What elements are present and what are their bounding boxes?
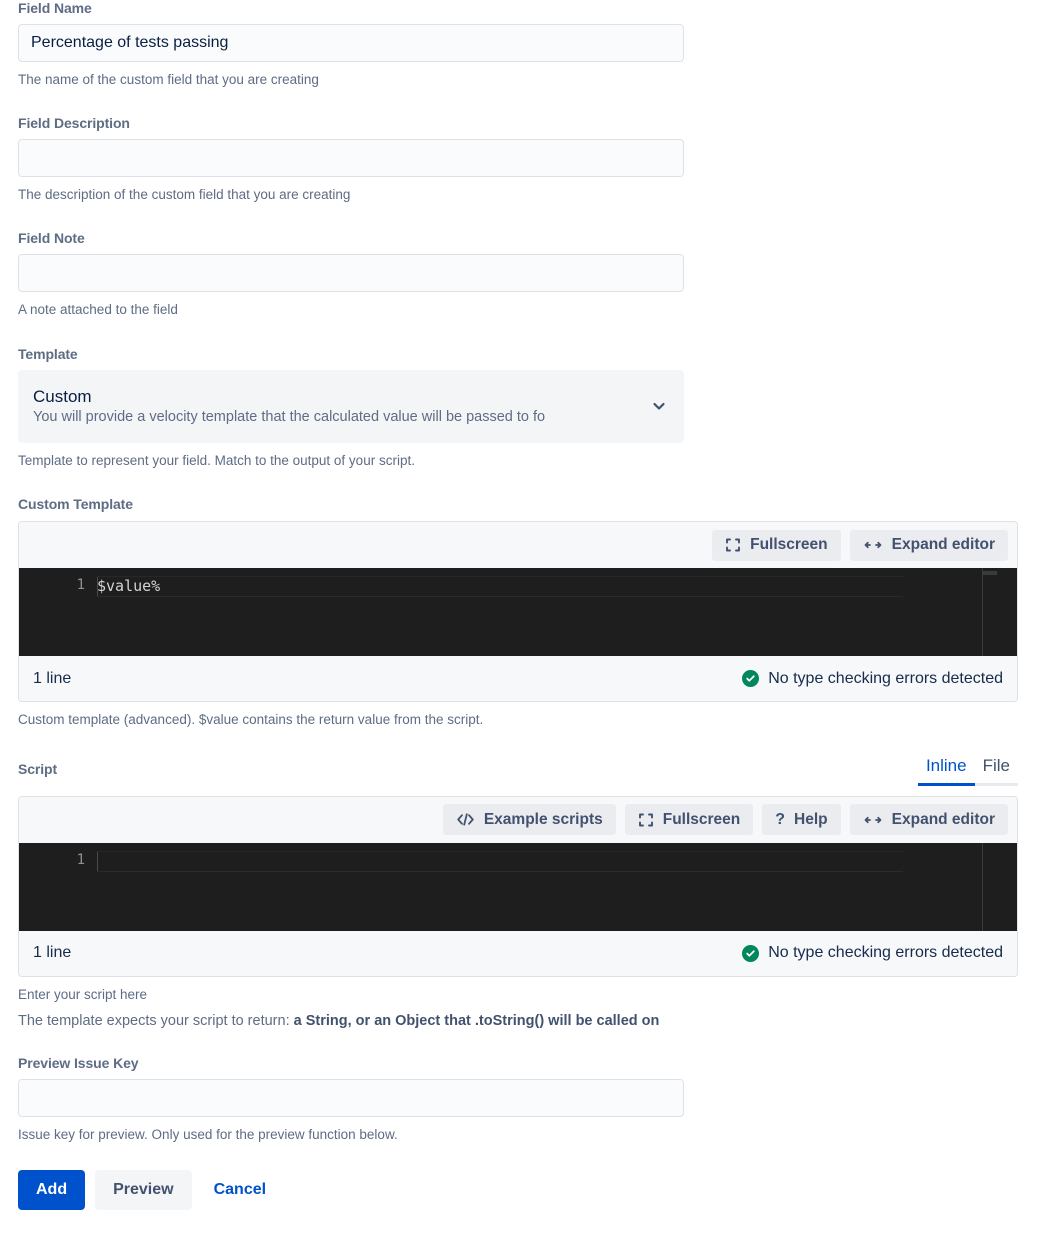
custom-template-toolbar: Fullscreen Expand editor — [19, 522, 1017, 569]
field-name-group: Field Name The name of the custom field … — [18, 0, 1022, 89]
field-note-label: Field Note — [18, 230, 85, 247]
field-name-input[interactable] — [18, 24, 684, 62]
script-fullscreen-button[interactable]: Fullscreen — [624, 804, 754, 836]
script-header: Script Inline File — [18, 756, 1018, 786]
custom-field-form: Field Name The name of the custom field … — [0, 0, 1040, 1258]
template-select[interactable]: Custom You will provide a velocity templ… — [18, 369, 684, 444]
script-line-count: 1 line — [33, 944, 72, 962]
expand-horizontal-icon — [863, 813, 883, 827]
script-code-area[interactable]: 1 — [19, 842, 1017, 931]
script-example-scripts-button[interactable]: Example scripts — [442, 804, 616, 836]
custom-template-code-lines[interactable]: $value% — [97, 568, 1017, 656]
button-label: Help — [794, 810, 828, 828]
custom-template-status-bar: 1 line No type checking errors detected — [19, 656, 1017, 702]
template-group: Template Custom You will provide a veloc… — [18, 346, 1022, 471]
custom-template-gutter: 1 — [76, 577, 85, 594]
script-status-bar: 1 line No type checking errors detected — [19, 930, 1017, 976]
script-help: Enter your script here — [18, 986, 148, 1002]
script-expand-editor-button[interactable]: Expand editor — [849, 804, 1008, 836]
script-type-check-status: No type checking errors detected — [742, 944, 1003, 962]
field-note-help: A note attached to the field — [18, 302, 178, 318]
code-brackets-icon — [456, 812, 475, 827]
preview-issue-key-help: Issue key for preview. Only used for the… — [18, 1126, 398, 1142]
minimap-separator — [982, 568, 983, 657]
field-description-group: Field Description The description of the… — [18, 115, 1022, 204]
template-label: Template — [18, 345, 78, 362]
check-circle-icon — [742, 670, 760, 688]
fullscreen-icon — [725, 537, 741, 553]
minimap-separator — [982, 842, 983, 931]
expand-horizontal-icon — [863, 538, 883, 552]
script-label: Script — [18, 760, 58, 777]
preview-issue-key-input[interactable] — [18, 1078, 684, 1117]
script-return-note: The template expects your script to retu… — [18, 1013, 1022, 1029]
question-mark-icon: ? — [775, 810, 786, 828]
form-actions: Add Preview Cancel — [18, 1170, 1022, 1211]
field-name-label: Field Name — [18, 0, 92, 16]
script-source-tabs: Inline File — [917, 756, 1018, 786]
custom-template-line-count: 1 line — [33, 669, 72, 687]
return-note-value: a String, or an Object that .toString() … — [293, 1012, 660, 1029]
tab-inline[interactable]: Inline — [917, 756, 975, 786]
custom-template-label: Custom Template — [18, 496, 133, 513]
script-group: Script Inline File Example scripts Fulls… — [18, 756, 1022, 1029]
script-code-text — [97, 852, 1017, 871]
field-note-input[interactable] — [18, 254, 684, 293]
preview-issue-key-group: Preview Issue Key Issue key for preview.… — [18, 1055, 1022, 1144]
script-code-lines[interactable] — [97, 843, 1017, 931]
script-toolbar: Example scripts Fullscreen ? Help Expand… — [19, 796, 1017, 843]
code-line-highlight-bottom — [97, 870, 903, 872]
custom-template-editor: Fullscreen Expand editor 1 $value% 1 lin… — [18, 521, 1018, 703]
chevron-down-icon — [651, 398, 667, 414]
preview-button[interactable]: Preview — [95, 1170, 192, 1211]
status-text: No type checking errors detected — [768, 669, 1003, 687]
minimap-content — [983, 571, 997, 576]
custom-template-fullscreen-button[interactable]: Fullscreen — [712, 529, 841, 561]
field-description-label: Field Description — [18, 115, 130, 132]
custom-template-group: Custom Template Fullscreen Expand editor… — [18, 496, 1022, 729]
custom-template-help: Custom template (advanced). $value conta… — [18, 712, 484, 728]
script-help-button[interactable]: ? Help — [762, 804, 841, 836]
button-label: Fullscreen — [750, 536, 828, 554]
field-note-group: Field Note A note attached to the field — [18, 230, 1022, 319]
field-description-input[interactable] — [18, 139, 684, 178]
add-button[interactable]: Add — [18, 1170, 86, 1211]
template-selected-description: You will provide a velocity template tha… — [33, 409, 546, 426]
tab-file[interactable]: File — [974, 756, 1018, 786]
button-label: Expand editor — [891, 536, 995, 554]
button-label: Example scripts — [483, 810, 603, 828]
code-line-highlight-bottom — [97, 596, 903, 598]
custom-template-expand-editor-button[interactable]: Expand editor — [849, 529, 1008, 561]
template-help: Template to represent your field. Match … — [18, 453, 415, 469]
custom-template-type-check-status: No type checking errors detected — [742, 670, 1003, 688]
custom-template-code-text: $value% — [97, 577, 161, 596]
cancel-button[interactable]: Cancel — [202, 1170, 278, 1210]
button-label: Fullscreen — [662, 810, 741, 828]
field-name-help: The name of the custom field that you ar… — [18, 72, 319, 87]
fullscreen-icon — [638, 812, 654, 828]
status-text: No type checking errors detected — [768, 944, 1003, 962]
template-selected-title: Custom — [33, 386, 92, 406]
check-circle-icon — [742, 944, 760, 962]
script-editor: Example scripts Fullscreen ? Help Expand… — [18, 795, 1018, 977]
return-note-prefix: The template expects your script to retu… — [18, 1012, 294, 1029]
script-gutter: 1 — [76, 851, 85, 868]
preview-issue-key-label: Preview Issue Key — [18, 1054, 139, 1071]
field-description-help: The description of the custom field that… — [18, 187, 351, 203]
button-label: Expand editor — [891, 810, 995, 828]
custom-template-code-area[interactable]: 1 $value% — [19, 568, 1017, 657]
